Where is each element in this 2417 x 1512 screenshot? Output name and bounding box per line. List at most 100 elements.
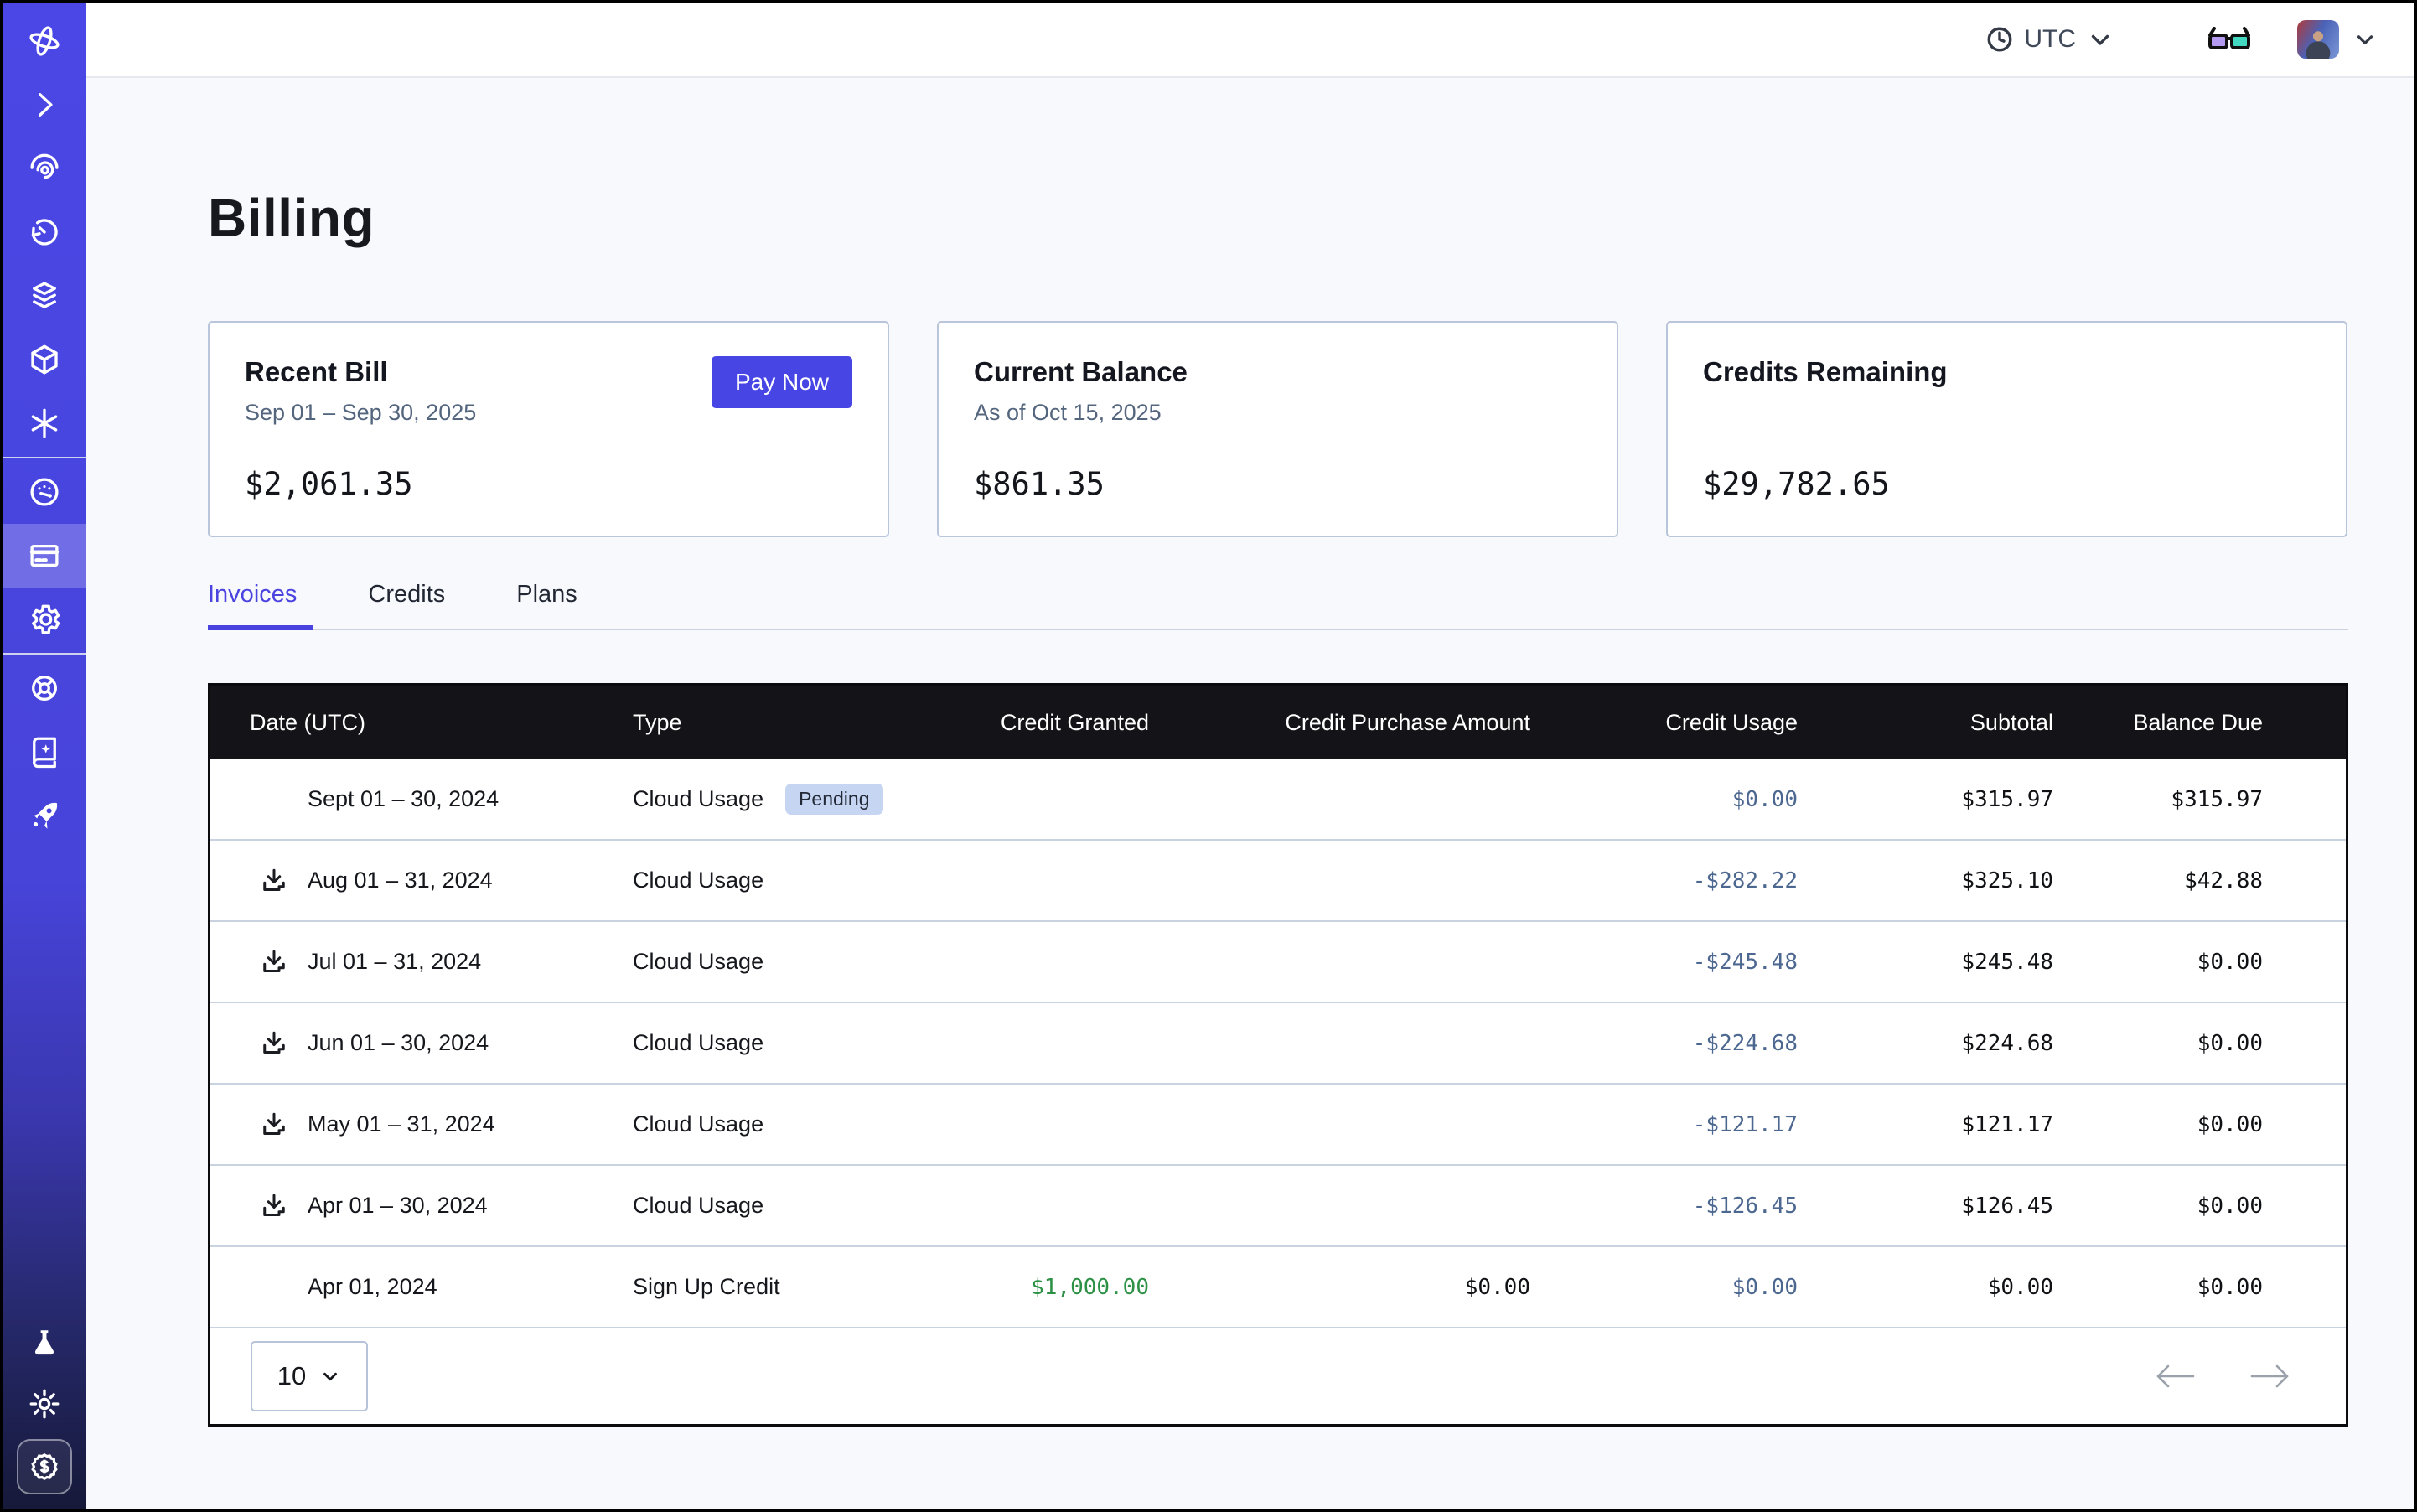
- invoice-type: Cloud Usage: [633, 1193, 763, 1219]
- credit-card-icon: [27, 538, 62, 573]
- credit-usage-value: -$121.17: [1530, 1112, 1798, 1137]
- card-title: Credits Remaining: [1703, 356, 2311, 388]
- invoice-row: Apr 01 – 30, 2024 Cloud Usage -$126.45 $…: [210, 1166, 2346, 1247]
- invoice-date: Aug 01 – 31, 2024: [308, 867, 493, 893]
- invoice-date-cell: Aug 01 – 31, 2024: [210, 866, 633, 896]
- download-icon[interactable]: [259, 1191, 289, 1221]
- subtotal-value: $315.97: [1798, 787, 2053, 812]
- timer-icon: [27, 215, 62, 250]
- column-header: Credit Granted: [918, 710, 1149, 736]
- sun-icon: [27, 1386, 62, 1421]
- invoice-type: Cloud Usage: [633, 786, 763, 812]
- invoice-row: Jul 01 – 31, 2024 Cloud Usage -$245.48 $…: [210, 922, 2346, 1003]
- sidebar-item-usage[interactable]: [3, 460, 86, 524]
- balance-due-value: $0.00: [2053, 1112, 2263, 1137]
- download-icon[interactable]: [259, 1028, 289, 1059]
- credits-balance-button[interactable]: [17, 1439, 72, 1494]
- invoice-date-cell: Apr 01, 2024: [210, 1272, 633, 1302]
- invoice-row: Apr 01, 2024 Sign Up Credit $1,000.00 $0…: [210, 1247, 2346, 1328]
- invoice-type-cell: Cloud Usage Pending: [633, 784, 918, 815]
- balance-due-value: $0.00: [2053, 1194, 2263, 1219]
- balance-due-value: $315.97: [2053, 787, 2263, 812]
- tab-invoices[interactable]: Invoices: [208, 581, 297, 629]
- glasses-icon[interactable]: [2207, 24, 2252, 54]
- sidebar-item-support[interactable]: [3, 656, 86, 720]
- recent-bill-amount: $2,061.35: [245, 466, 852, 502]
- invoice-row: Sept 01 – 30, 2024 Cloud Usage Pending $…: [210, 759, 2346, 841]
- gauge-icon: [27, 474, 62, 510]
- invoice-date: Sept 01 – 30, 2024: [308, 786, 499, 812]
- sidebar-item-getting-started[interactable]: [3, 784, 86, 847]
- lifebuoy-icon: [27, 671, 62, 706]
- credit-usage-value: $0.00: [1530, 1275, 1798, 1300]
- flask-icon: [27, 1326, 62, 1361]
- invoice-date-cell: Apr 01 – 30, 2024: [210, 1191, 633, 1221]
- chevron-down-icon: [319, 1365, 341, 1387]
- chevron-down-icon[interactable]: [2352, 27, 2378, 52]
- arrow-right-icon[interactable]: [2247, 1359, 2294, 1393]
- tabs-row: Invoices Credits Plans: [208, 581, 2348, 629]
- spiral-icon: [27, 151, 62, 186]
- sidebar-item-docs[interactable]: [3, 720, 86, 784]
- sidebar-item-logo[interactable]: [3, 9, 86, 73]
- credits-remaining-card: Credits Remaining $29,782.65: [1666, 321, 2347, 537]
- download-icon[interactable]: [259, 866, 289, 896]
- arrow-left-icon[interactable]: [2151, 1359, 2198, 1393]
- invoice-date-cell: May 01 – 31, 2024: [210, 1110, 633, 1140]
- chevron-down-icon: [2086, 25, 2114, 54]
- invoice-type-cell: Cloud Usage: [633, 949, 918, 975]
- invoice-type: Cloud Usage: [633, 867, 763, 893]
- invoice-type-cell: Sign Up Credit: [633, 1274, 918, 1300]
- sidebar-item-labs[interactable]: [3, 1313, 86, 1374]
- download-icon[interactable]: [259, 1110, 289, 1140]
- sidebar-item-monitor[interactable]: [3, 137, 86, 200]
- sidebar-item-history[interactable]: [3, 200, 86, 264]
- invoice-type: Cloud Usage: [633, 1030, 763, 1056]
- credit-purchase-value: $0.00: [1149, 1275, 1530, 1300]
- subtotal-value: $0.00: [1798, 1275, 2053, 1300]
- sidebar-item-theme[interactable]: [3, 1374, 86, 1434]
- tab-plans[interactable]: Plans: [516, 581, 577, 629]
- credits-remaining-amount: $29,782.65: [1703, 466, 2311, 502]
- balance-due-value: $0.00: [2053, 1031, 2263, 1056]
- layers-icon: [27, 278, 62, 313]
- invoice-date: Apr 01, 2024: [308, 1274, 437, 1300]
- main-content: Billing Recent Bill Sep 01 – Sep 30, 202…: [86, 80, 2414, 1509]
- tab-credits[interactable]: Credits: [368, 581, 445, 629]
- gear-icon: [27, 602, 62, 637]
- column-header: Type: [633, 710, 918, 736]
- page-size-value: 10: [277, 1361, 306, 1391]
- sidebar-item-layers[interactable]: [3, 264, 86, 328]
- credit-usage-value: -$224.68: [1530, 1031, 1798, 1056]
- sidebar-divider: [3, 653, 86, 655]
- subtotal-value: $325.10: [1798, 868, 2053, 893]
- pay-now-button[interactable]: Pay Now: [712, 356, 852, 408]
- orbit-logo-icon: [27, 23, 62, 59]
- page-size-select[interactable]: 10: [251, 1341, 368, 1411]
- billing-tabs: Invoices Credits Plans: [208, 581, 2348, 630]
- sidebar-item-packages[interactable]: [3, 328, 86, 391]
- invoice-row: May 01 – 31, 2024 Cloud Usage -$121.17 $…: [210, 1085, 2346, 1166]
- user-avatar[interactable]: [2297, 20, 2339, 59]
- book-icon: [27, 734, 62, 769]
- column-header: Balance Due: [2053, 710, 2263, 736]
- column-header: Date (UTC): [210, 710, 633, 736]
- column-header: Credit Usage: [1530, 710, 1798, 736]
- cube-icon: [27, 342, 62, 377]
- sidebar-item-functions[interactable]: [3, 391, 86, 455]
- credit-usage-value: -$282.22: [1530, 868, 1798, 893]
- column-header: Credit Purchase Amount: [1149, 710, 1530, 736]
- invoice-date-cell: Jun 01 – 30, 2024: [210, 1028, 633, 1059]
- subtotal-value: $121.17: [1798, 1112, 2053, 1137]
- timezone-picker[interactable]: UTC: [1985, 25, 2114, 54]
- invoice-date: Jun 01 – 30, 2024: [308, 1030, 489, 1056]
- pagination-arrows: [2151, 1359, 2294, 1393]
- sidebar-item-expand[interactable]: [3, 73, 86, 137]
- sidebar-item-billing[interactable]: [3, 524, 86, 588]
- sidebar-item-settings[interactable]: [3, 588, 86, 651]
- sidebar-divider: [3, 457, 86, 458]
- column-header: Subtotal: [1798, 710, 2053, 736]
- clock-icon: [1985, 25, 2014, 54]
- chevron-right-icon: [27, 87, 62, 122]
- download-icon[interactable]: [259, 947, 289, 977]
